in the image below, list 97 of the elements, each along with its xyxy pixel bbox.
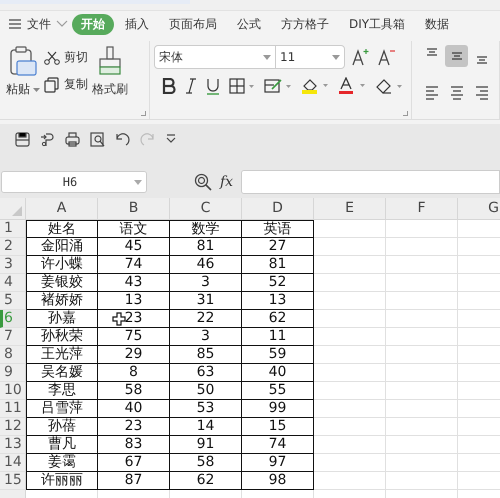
column-header[interactable]: E <box>314 198 386 220</box>
table-cell: 63 <box>170 364 242 382</box>
table-cell: 3 <box>170 328 242 346</box>
table-cell: 83 <box>98 436 170 454</box>
table-cell: 81 <box>242 256 314 274</box>
column-header[interactable]: B <box>98 198 170 220</box>
table-cell: 23 <box>98 310 170 328</box>
table-cell: 74 <box>98 256 170 274</box>
ribbon-tab[interactable]: DIY工具箱 <box>340 14 414 34</box>
font-name-dropdown[interactable]: 宋体 <box>154 46 276 68</box>
column-header[interactable]: D <box>242 198 314 220</box>
cut-button[interactable]: 剪切 <box>44 49 88 66</box>
ribbon-tab[interactable]: 页面布局 <box>160 14 226 34</box>
column-header[interactable]: A <box>26 198 98 220</box>
table-cell: 31 <box>170 292 242 310</box>
table-cell: 55 <box>242 382 314 400</box>
table-cell: 褚娇娇 <box>26 292 98 310</box>
table-cell: 58 <box>170 454 242 472</box>
table-cell: 英语 <box>242 220 314 238</box>
table-cell: 许小蝶 <box>26 256 98 274</box>
table-cell: 孙蓓 <box>26 418 98 436</box>
row-header[interactable]: 5 <box>0 292 26 310</box>
table-cell: 23 <box>98 418 170 436</box>
table-cell: 50 <box>170 382 242 400</box>
table-cell: 59 <box>242 346 314 364</box>
copy-button[interactable]: 复制 <box>44 76 88 93</box>
table-cell: 45 <box>98 238 170 256</box>
table-cell: 97 <box>242 454 314 472</box>
table-cell: 曹凡 <box>26 436 98 454</box>
row-header[interactable]: 3 <box>0 256 26 274</box>
row-header[interactable]: 8 <box>0 346 26 364</box>
table-cell: 李思 <box>26 382 98 400</box>
table-cell: 吕雪萍 <box>26 400 98 418</box>
file-menu[interactable]: 文件 <box>6 16 70 32</box>
table-cell: 40 <box>242 364 314 382</box>
row-header[interactable]: 13 <box>0 436 26 454</box>
table-cell: 许丽丽 <box>26 472 98 490</box>
table-cell: 3 <box>170 274 242 292</box>
table-cell: 22 <box>170 310 242 328</box>
table-cell: 43 <box>98 274 170 292</box>
row-header[interactable]: 15 <box>0 472 26 490</box>
table-cell: 91 <box>170 436 242 454</box>
column-header[interactable]: C <box>170 198 242 220</box>
table-cell: 40 <box>98 400 170 418</box>
row-header[interactable]: 1 <box>0 220 26 238</box>
table-cell: 53 <box>170 400 242 418</box>
format-painter-button[interactable]: 格式刷 <box>92 45 128 115</box>
table-cell: 58 <box>98 382 170 400</box>
table-cell: 孙嘉 <box>26 310 98 328</box>
ribbon-tab[interactable]: 公式 <box>228 14 270 34</box>
table-cell: 11 <box>242 328 314 346</box>
table-cell: 孙秋荣 <box>26 328 98 346</box>
table-cell: 8 <box>98 364 170 382</box>
table-cell: 87 <box>98 472 170 490</box>
table-cell: 数学 <box>170 220 242 238</box>
ribbon-tab[interactable]: 数据 <box>416 14 458 34</box>
column-header[interactable]: F <box>386 198 458 220</box>
table-cell: 王光萍 <box>26 346 98 364</box>
ribbon-tab[interactable]: 方方格子 <box>272 14 338 34</box>
row-header[interactable]: 11 <box>0 400 26 418</box>
row-header[interactable]: 2 <box>0 238 26 256</box>
table-cell: 29 <box>98 346 170 364</box>
row-header[interactable]: 10 <box>0 382 26 400</box>
table-cell: 81 <box>170 238 242 256</box>
table-cell: 语文 <box>98 220 170 238</box>
table-cell: 吴名媛 <box>26 364 98 382</box>
table-cell: 15 <box>242 418 314 436</box>
table-cell: 62 <box>170 472 242 490</box>
table-cell: 13 <box>242 292 314 310</box>
table-cell: 52 <box>242 274 314 292</box>
table-cell: 金阳涌 <box>26 238 98 256</box>
table-cell: 姜银姣 <box>26 274 98 292</box>
table-cell: 62 <box>242 310 314 328</box>
table-cell: 14 <box>170 418 242 436</box>
table-cell: 99 <box>242 400 314 418</box>
table-cell: 98 <box>242 472 314 490</box>
table-cell: 67 <box>98 454 170 472</box>
paste-label: 粘贴 <box>6 81 30 98</box>
function-label[interactable]: fx <box>220 174 234 190</box>
name-box[interactable]: H6 <box>1 171 147 193</box>
table-cell: 27 <box>242 238 314 256</box>
row-header[interactable]: 9 <box>0 364 26 382</box>
row-header[interactable]: 12 <box>0 418 26 436</box>
table-cell: 姓名 <box>26 220 98 238</box>
table-cell: 85 <box>170 346 242 364</box>
font-size-dropdown[interactable]: 11 <box>276 46 344 68</box>
table-cell: 74 <box>242 436 314 454</box>
table-cell: 姜霭 <box>26 454 98 472</box>
paste-button[interactable]: 粘贴 <box>6 45 40 115</box>
row-header[interactable]: 7 <box>0 328 26 346</box>
row-header[interactable]: 14 <box>0 454 26 472</box>
row-header[interactable]: 4 <box>0 274 26 292</box>
table-cell: 46 <box>170 256 242 274</box>
ribbon-tab[interactable]: 插入 <box>116 14 158 34</box>
column-header[interactable]: G <box>458 198 500 220</box>
table-cell: 13 <box>98 292 170 310</box>
table-cell: 75 <box>98 328 170 346</box>
